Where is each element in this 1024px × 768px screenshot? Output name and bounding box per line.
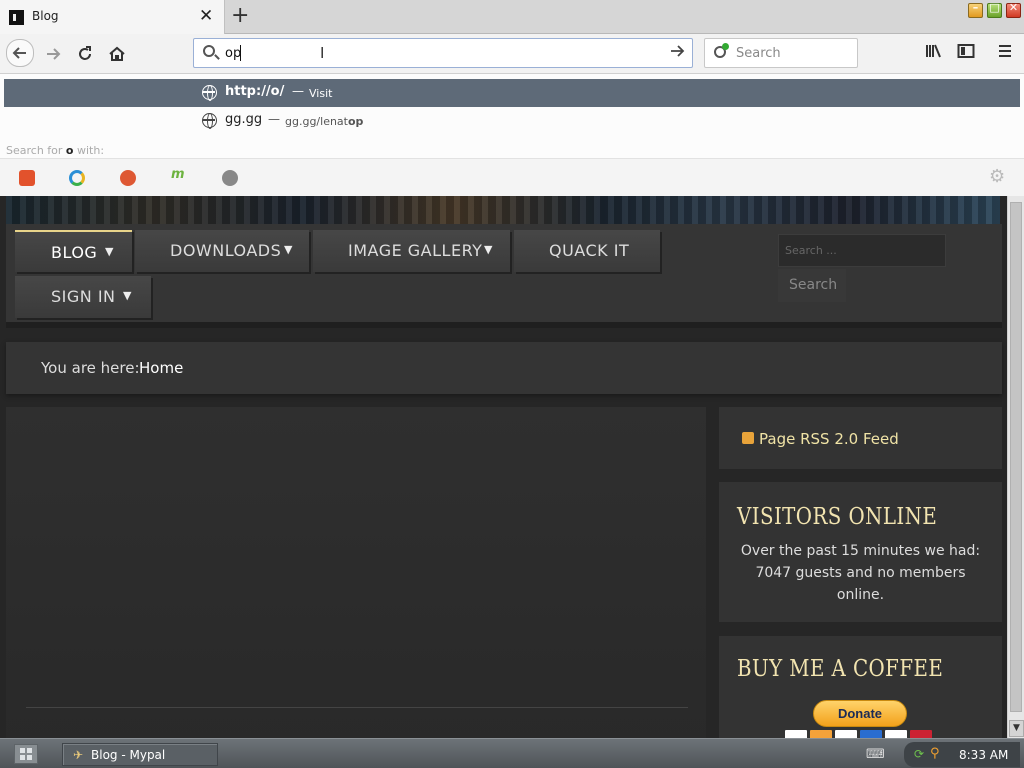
autocomplete-url: http://o/: [225, 84, 285, 99]
visitors-online-title: VISITORS ONLINE: [737, 504, 938, 530]
card-logo-icon: [835, 730, 857, 738]
new-tab-button[interactable]: +: [231, 3, 249, 28]
system-tray: ⟳ ⚲ 8:33 AM: [904, 742, 1020, 767]
back-arrow-icon: [12, 47, 26, 59]
web-page-content: BLOG ▼ DOWNLOADS ▼ IMAGE GALLERY ▼ QUACK…: [0, 196, 1007, 738]
url-input-value[interactable]: op: [225, 46, 241, 61]
search-icon: [203, 45, 215, 57]
dropdown-caret-icon: ▼: [123, 289, 132, 302]
site-search-input[interactable]: Search ...: [778, 234, 946, 267]
search-bar[interactable]: Search: [704, 38, 858, 68]
network-icon[interactable]: ⟳: [914, 747, 924, 761]
breadcrumb: You are here: Home: [6, 342, 1002, 394]
text-cursor: [240, 45, 241, 61]
clock[interactable]: 8:33 AM: [959, 748, 1008, 762]
forward-arrow-icon: [47, 48, 61, 60]
card-logo-icon: [860, 730, 882, 738]
rss-feed-link[interactable]: Page RSS 2.0 Feed: [759, 430, 899, 448]
buy-me-a-coffee-module: BUY ME A COFFEE Donate: [719, 636, 1002, 738]
main-content-area: [6, 407, 706, 738]
autocomplete-action: Visit: [309, 87, 333, 100]
grid-icon: [20, 748, 32, 760]
breadcrumb-label: You are here:: [41, 359, 140, 377]
mojeek-search-icon[interactable]: m: [171, 167, 187, 183]
rss-feed-icon: [742, 432, 754, 444]
hamburger-menu-icon[interactable]: [997, 43, 1013, 63]
navigation-toolbar: op I Search: [0, 34, 1024, 74]
close-tab-icon[interactable]: ✕: [199, 6, 213, 26]
card-logo-icon: [810, 730, 832, 738]
tray-search-icon[interactable]: ⚲: [930, 746, 940, 761]
divider: [26, 707, 688, 708]
close-window-button[interactable]: ✕: [1006, 1, 1021, 18]
taskbar-item-browser[interactable]: ✈ Blog - Mypal: [62, 743, 218, 766]
keyboard-icon[interactable]: ⌨: [866, 747, 885, 762]
menu-item-blog[interactable]: BLOG ▼: [15, 230, 132, 272]
search-for-label: Search for o with:: [6, 144, 105, 157]
visitors-online-text: Over the past 15 minutes we had: 7047 gu…: [740, 543, 981, 603]
breadcrumb-home-link[interactable]: Home: [139, 359, 183, 377]
url-bar[interactable]: op I: [193, 38, 693, 68]
card-logo-icon: [910, 730, 932, 738]
donate-button[interactable]: Donate: [813, 700, 907, 727]
back-button[interactable]: [6, 39, 34, 67]
autocomplete-popup: http://o/ — Visit gg.gg — gg.gg/lenatop …: [0, 74, 1024, 196]
visitors-online-module: VISITORS ONLINE Over the past 15 minutes…: [719, 482, 1002, 622]
card-logo-icon: [885, 730, 907, 738]
autocomplete-url: gg.gg/lenatop: [285, 115, 364, 128]
library-icon[interactable]: [925, 43, 943, 63]
card-logo-icon: [785, 730, 807, 738]
menu-item-image-gallery[interactable]: IMAGE GALLERY ▼: [313, 230, 510, 272]
reload-button[interactable]: [72, 41, 98, 67]
site-main-menu: BLOG ▼ DOWNLOADS ▼ IMAGE GALLERY ▼ QUACK…: [6, 224, 1002, 328]
scroll-down-arrow-icon[interactable]: ▼: [1009, 720, 1024, 737]
tab-blog[interactable]: Blog ✕: [0, 0, 225, 34]
rss-module: Page RSS 2.0 Feed: [719, 407, 1002, 469]
brave-search-icon[interactable]: [19, 170, 35, 186]
menu-item-downloads[interactable]: DOWNLOADS ▼: [135, 230, 309, 272]
site-favicon-icon: [9, 10, 24, 25]
globe-icon: [202, 113, 217, 129]
autocomplete-title: gg.gg: [225, 112, 263, 127]
os-taskbar: ✈ Blog - Mypal ⌨ ⟳ ⚲ 8:33 AM: [0, 738, 1024, 768]
maximize-window-button[interactable]: □: [987, 1, 1002, 18]
tab-title: Blog: [32, 9, 59, 23]
start-menu-button[interactable]: [14, 744, 38, 764]
page-scrollbar[interactable]: ▼: [1007, 196, 1024, 738]
autocomplete-separator: —: [268, 112, 280, 126]
taskbar-item-label: Blog - Mypal: [91, 748, 166, 762]
buy-me-a-coffee-title: BUY ME A COFFEE: [737, 656, 944, 682]
scrollbar-thumb[interactable]: [1010, 202, 1022, 712]
dropdown-caret-icon: ▼: [284, 243, 293, 256]
i-beam-cursor-icon: I: [320, 44, 325, 62]
autocomplete-separator: —: [292, 84, 304, 98]
tab-strip: Blog ✕ + – □ ✕: [0, 0, 1024, 34]
search-settings-gear-icon[interactable]: ⚙: [989, 166, 1005, 187]
site-search-button[interactable]: Search: [778, 269, 846, 302]
one-off-search-engines: m ⚙: [0, 158, 1024, 196]
minimize-window-button[interactable]: –: [968, 1, 983, 18]
menu-item-sign-in[interactable]: SIGN IN ▼: [15, 276, 151, 318]
mypal-browser-icon: ✈: [73, 748, 84, 762]
qwant-search-icon[interactable]: [69, 170, 85, 186]
search-placeholder: Search: [736, 46, 781, 61]
dropdown-caret-icon: ▼: [105, 245, 114, 258]
dropdown-caret-icon: ▼: [484, 243, 493, 256]
autocomplete-row-visit[interactable]: http://o/ — Visit: [4, 79, 1020, 107]
globe-icon: [202, 85, 217, 101]
header-banner-image: [6, 196, 1000, 224]
home-button[interactable]: [104, 41, 130, 67]
payment-cards-logos: [785, 730, 935, 738]
reload-icon: [79, 46, 91, 60]
home-icon: [109, 46, 125, 61]
go-arrow-icon[interactable]: [669, 43, 685, 63]
search-engine-icon: [714, 43, 729, 58]
sidebar-icon[interactable]: [957, 43, 975, 63]
searx-search-icon[interactable]: [222, 170, 238, 186]
autocomplete-row-history[interactable]: gg.gg — gg.gg/lenatop: [4, 107, 1020, 135]
duckduckgo-search-icon[interactable]: [120, 170, 136, 186]
forward-button[interactable]: [40, 41, 66, 67]
menu-item-quack-it[interactable]: QUACK IT: [514, 230, 660, 272]
